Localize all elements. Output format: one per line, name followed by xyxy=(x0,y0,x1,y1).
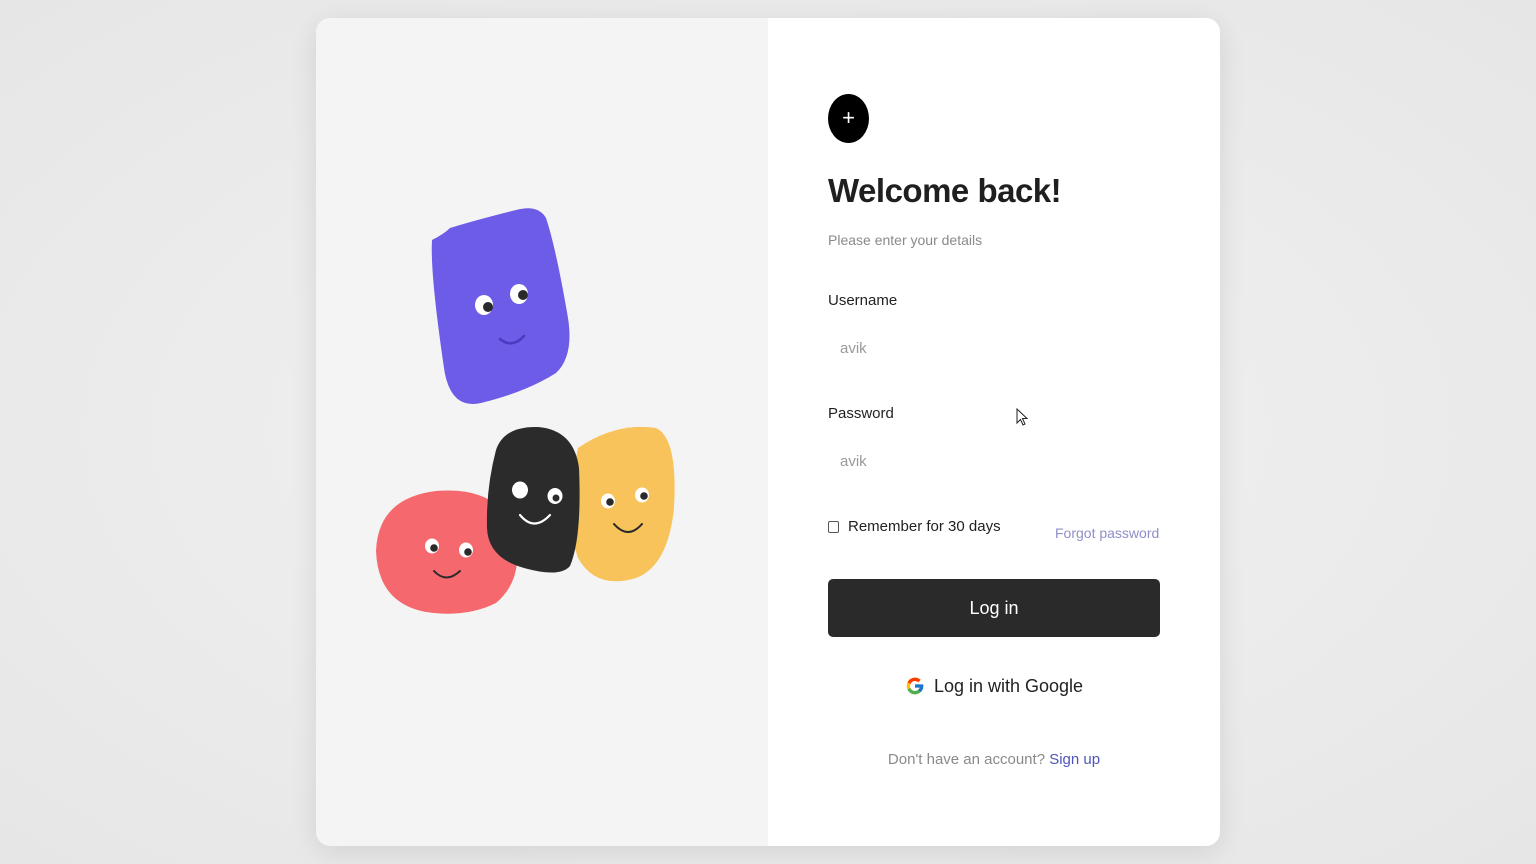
mouse-cursor-icon xyxy=(1016,408,1028,426)
purple-character-illustration xyxy=(431,208,570,404)
plus-icon: + xyxy=(842,105,855,130)
password-label: Password xyxy=(828,405,894,422)
google-login-button[interactable]: Log in with Google xyxy=(828,668,1160,704)
signup-row: Don't have an account? Sign up xyxy=(828,751,1160,768)
signup-prompt: Don't have an account? xyxy=(887,751,1046,768)
remember-label: Remember for 30 days xyxy=(848,518,1001,535)
username-input[interactable] xyxy=(828,329,1160,367)
yellow-character-illustration xyxy=(571,426,675,582)
login-button[interactable]: Log in xyxy=(828,579,1160,637)
page-subtitle: Please enter your details xyxy=(828,232,983,248)
black-character-illustration xyxy=(486,426,580,573)
signup-link[interactable]: Sign up xyxy=(1049,751,1100,768)
logo-badge: + xyxy=(828,94,869,143)
google-g-icon xyxy=(906,677,924,695)
google-login-label: Log in with Google xyxy=(933,675,1084,696)
login-form-panel xyxy=(768,18,1220,846)
remember-row: Remember for 30 days xyxy=(828,518,1001,535)
username-label: Username xyxy=(828,292,898,309)
characters-illustration xyxy=(376,208,675,614)
illustration-panel xyxy=(316,18,768,846)
forgot-password-link[interactable]: Forgot password xyxy=(1055,525,1159,541)
password-input[interactable] xyxy=(828,442,1160,480)
login-card: + Welcome back! Please enter your detail… xyxy=(316,18,1220,846)
remember-checkbox[interactable] xyxy=(828,520,839,533)
page-title: Welcome back! xyxy=(828,172,1062,209)
